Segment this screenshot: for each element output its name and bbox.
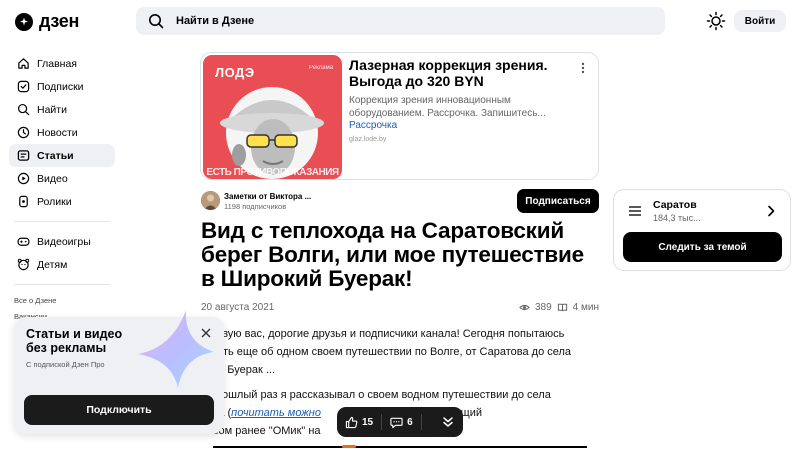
topic-card: Саратов 184,3 тыс... Следить за темой — [613, 189, 791, 271]
ad-banner[interactable]: ЛОДЭ Реклама ЕСТЬ ПРОТИВОПОКАЗАНИЯ Лазер… — [200, 52, 599, 180]
promo-title: Статьи и видео без рекламы — [26, 327, 123, 355]
home-icon — [18, 58, 29, 69]
article-inline-link[interactable]: почитать можно — [231, 407, 321, 419]
sidebar-item-home[interactable]: Главная — [9, 52, 115, 75]
ad-brand-logo: ЛОДЭ — [215, 65, 255, 80]
close-icon[interactable] — [201, 328, 211, 338]
ad-description: Коррекция зрения инновационным оборудова… — [349, 95, 546, 119]
sidebar-divider — [14, 221, 110, 222]
news-icon — [17, 126, 30, 139]
video-icon — [17, 172, 30, 185]
article-action-bar: 15 6 — [337, 407, 448, 437]
sidebar-item-label: Найти — [37, 103, 67, 116]
article-title: Вид с теплохода на Саратовский берег Вол… — [201, 218, 584, 291]
sidebar-item-label: Видео — [37, 172, 68, 185]
sidebar-item-label: Ролики — [37, 195, 72, 208]
channel-subscribers: 1198 подписчиков — [224, 202, 287, 211]
search-icon — [149, 14, 164, 29]
sidebar-item-label: Статьи — [37, 149, 74, 162]
follow-topic-button[interactable]: Следить за темой — [623, 232, 782, 262]
sidebar-divider — [14, 284, 110, 285]
sidebar-item-news[interactable]: Новости — [9, 121, 115, 144]
chevron-right-icon[interactable] — [766, 205, 776, 217]
ad-domain: glaz.lode.by — [349, 136, 387, 143]
sidebar-item-videogames[interactable]: Видеоигры — [9, 230, 115, 253]
thumbs-up-icon — [345, 416, 358, 428]
ad-warning: ЕСТЬ ПРОТИВОПОКАЗАНИЯ — [206, 167, 339, 178]
paragraph-line: в прошлый раз я рассказывал о своем водн… — [201, 389, 551, 401]
sidebar-item-label: Подписки — [37, 80, 84, 93]
sidebar-item-label: Детям — [37, 258, 68, 271]
search-icon — [17, 103, 30, 116]
ad-label: Реклама — [309, 65, 334, 71]
comments-count: 6 — [407, 416, 413, 428]
sidebar: Главная Подписки Найти Новости Статьи Ви… — [9, 52, 115, 325]
paragraph-line: етствую вас, дорогие друзья и подписчики… — [201, 328, 565, 340]
login-button[interactable]: Войти — [734, 10, 786, 32]
ad-title[interactable]: Лазерная коррекция зрения. Выгода до 320… — [349, 57, 564, 89]
logo-text: дзен — [39, 11, 80, 31]
comment-icon — [390, 417, 403, 428]
book-icon — [557, 303, 567, 312]
subscribe-pro-button[interactable]: Подключить — [24, 395, 214, 425]
topic-count: 184,3 тыс... — [653, 213, 701, 223]
sidebar-item-label: Новости — [37, 126, 78, 139]
channel-avatar[interactable] — [201, 191, 220, 210]
kids-icon — [17, 258, 30, 271]
comments-button[interactable]: 6 — [382, 407, 421, 437]
more-vertical-icon[interactable] — [577, 61, 589, 75]
scroll-down-button[interactable] — [433, 407, 463, 437]
like-button[interactable]: 15 — [337, 407, 381, 437]
sidebar-item-video[interactable]: Видео — [9, 167, 115, 190]
double-chevron-down-icon — [443, 417, 453, 427]
reading-progress-track — [213, 446, 587, 448]
views-count: 389 — [534, 302, 552, 313]
eye-icon — [519, 304, 530, 311]
subscribe-button[interactable]: Подписаться — [517, 189, 599, 213]
sidebar-item-subscriptions[interactable]: Подписки — [9, 75, 115, 98]
sidebar-item-shorts[interactable]: Ролики — [9, 190, 115, 213]
reading-progress-marker — [342, 445, 356, 448]
promo-popup: Статьи и видео без рекламы С подпиской Д… — [14, 310, 224, 434]
likes-count: 15 — [362, 416, 374, 428]
gamepad-icon — [17, 237, 30, 246]
channel-name[interactable]: Заметки от Виктора ... — [224, 192, 311, 201]
sidebar-item-label: Видеоигры — [37, 235, 91, 248]
sidebar-item-articles[interactable]: Статьи — [9, 144, 115, 167]
logo[interactable]: дзен — [15, 11, 79, 32]
search-bar[interactable] — [136, 7, 665, 35]
dzen-logo-icon — [15, 12, 33, 31]
footer-link-about[interactable]: Все о Дзене — [9, 293, 115, 309]
read-time: 4 мин — [572, 302, 599, 313]
article-stats: 389 4 мин — [519, 302, 599, 313]
shorts-icon — [19, 195, 28, 208]
ad-image: ЛОДЭ Реклама ЕСТЬ ПРОТИВОПОКАЗАНИЯ — [203, 55, 342, 179]
ad-link[interactable]: Рассрочка — [349, 120, 397, 131]
promo-subtitle: С подпиской Дзен Про — [26, 360, 105, 369]
articles-icon — [17, 150, 30, 161]
topic-name[interactable]: Саратов — [653, 199, 697, 211]
sidebar-item-label: Главная — [37, 57, 77, 70]
page: дзен Войти Главная Подписки Найти — [0, 0, 800, 449]
sparkle-star-icon — [138, 310, 214, 388]
menu-icon — [629, 206, 641, 216]
avatar-image — [201, 191, 220, 210]
subscriptions-icon — [17, 80, 30, 93]
theme-toggle-icon[interactable] — [706, 11, 726, 31]
sidebar-item-search[interactable]: Найти — [9, 98, 115, 121]
search-input[interactable] — [176, 15, 576, 27]
article-paragraph: етствую вас, дорогие друзья и подписчики… — [201, 325, 601, 379]
paragraph-line: казать еще об одном своем путешествии по… — [201, 346, 572, 358]
sidebar-item-kids[interactable]: Детям — [9, 253, 115, 276]
